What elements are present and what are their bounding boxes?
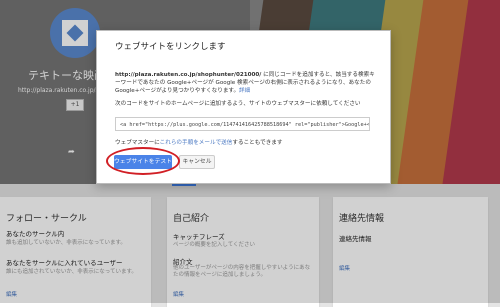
- learn-more-link[interactable]: 詳細: [239, 88, 250, 94]
- instruction-text: 次のコードをサイトのホームページに追加するよう、サイトのウェブマスターに依頼して…: [115, 101, 361, 107]
- code-field[interactable]: <a href="https://plus.google.com/1147414…: [115, 117, 370, 131]
- email-suffix: することもできます: [232, 140, 283, 146]
- email-prefix: ウェブマスターに: [115, 140, 160, 146]
- email-instructions-link[interactable]: これらの手順をメールで送信: [160, 140, 233, 146]
- dialog-description: http://plaza.rakuten.co.jp/shophunter/02…: [115, 71, 375, 95]
- cancel-button[interactable]: キャンセル: [179, 155, 215, 169]
- email-instructions: ウェブマスターにこれらの手順をメールで送信することもできます: [115, 138, 283, 146]
- site-url: http://plaza.rakuten.co.jp/shophunter/02…: [115, 72, 262, 78]
- highlight-circle: [106, 147, 180, 175]
- dialog-title: ウェブサイトをリンクします: [115, 42, 226, 52]
